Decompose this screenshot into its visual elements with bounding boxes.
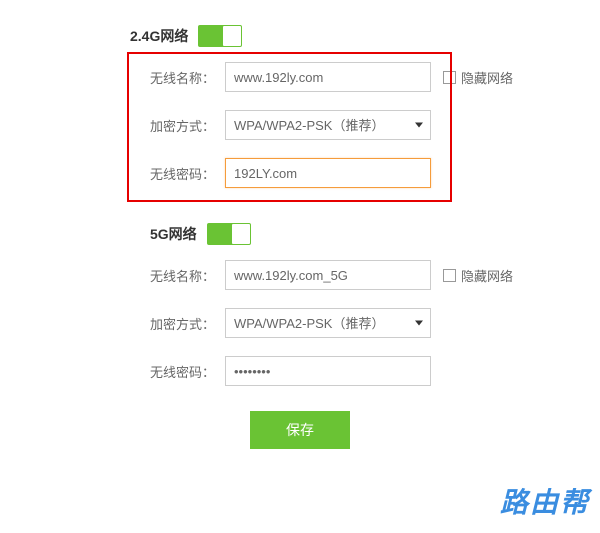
label-5g-name: 无线名称： — [145, 266, 215, 285]
label-24g-password: 无线密码： — [145, 164, 215, 183]
label-24g-encrypt: 加密方式： — [145, 116, 215, 135]
hide-24g-wrap: 隐藏网络 — [443, 68, 513, 87]
label-5g-password: 无线密码： — [145, 362, 215, 381]
row-5g-password: 无线密码： — [0, 356, 600, 386]
label-hide-5g: 隐藏网络 — [461, 266, 513, 285]
section-5g-title: 5G网络 — [150, 224, 197, 244]
watermark: 路由帮 — [500, 481, 590, 521]
toggle-5g[interactable] — [207, 223, 251, 245]
input-24g-name[interactable] — [225, 62, 431, 92]
section-5g-header: 5G网络 — [0, 223, 600, 245]
toggle-24g[interactable] — [198, 25, 242, 47]
section-24g-title: 2.4G网络 — [130, 26, 188, 46]
input-24g-password[interactable] — [225, 158, 431, 188]
row-5g-name: 无线名称： 隐藏网络 — [0, 260, 600, 290]
toggle-5g-thumb — [232, 224, 250, 244]
label-24g-name: 无线名称： — [145, 68, 215, 87]
label-5g-encrypt: 加密方式： — [145, 314, 215, 333]
hide-5g-wrap: 隐藏网络 — [443, 266, 513, 285]
label-hide-24g: 隐藏网络 — [461, 68, 513, 87]
row-24g-encrypt: 加密方式： WPA/WPA2-PSK（推荐） — [0, 110, 600, 140]
checkbox-hide-24g[interactable] — [443, 71, 456, 84]
save-button[interactable]: 保存 — [250, 411, 350, 449]
checkbox-hide-5g[interactable] — [443, 269, 456, 282]
input-5g-name[interactable] — [225, 260, 431, 290]
row-24g-password: 无线密码： — [0, 158, 600, 188]
select-24g-encrypt[interactable]: WPA/WPA2-PSK（推荐） — [225, 110, 431, 140]
row-24g-name: 无线名称： 隐藏网络 — [0, 62, 600, 92]
row-5g-encrypt: 加密方式： WPA/WPA2-PSK（推荐） — [0, 308, 600, 338]
input-5g-password[interactable] — [225, 356, 431, 386]
select-5g-encrypt[interactable]: WPA/WPA2-PSK（推荐） — [225, 308, 431, 338]
toggle-24g-thumb — [223, 26, 241, 46]
section-24g-header: 2.4G网络 — [0, 25, 600, 47]
